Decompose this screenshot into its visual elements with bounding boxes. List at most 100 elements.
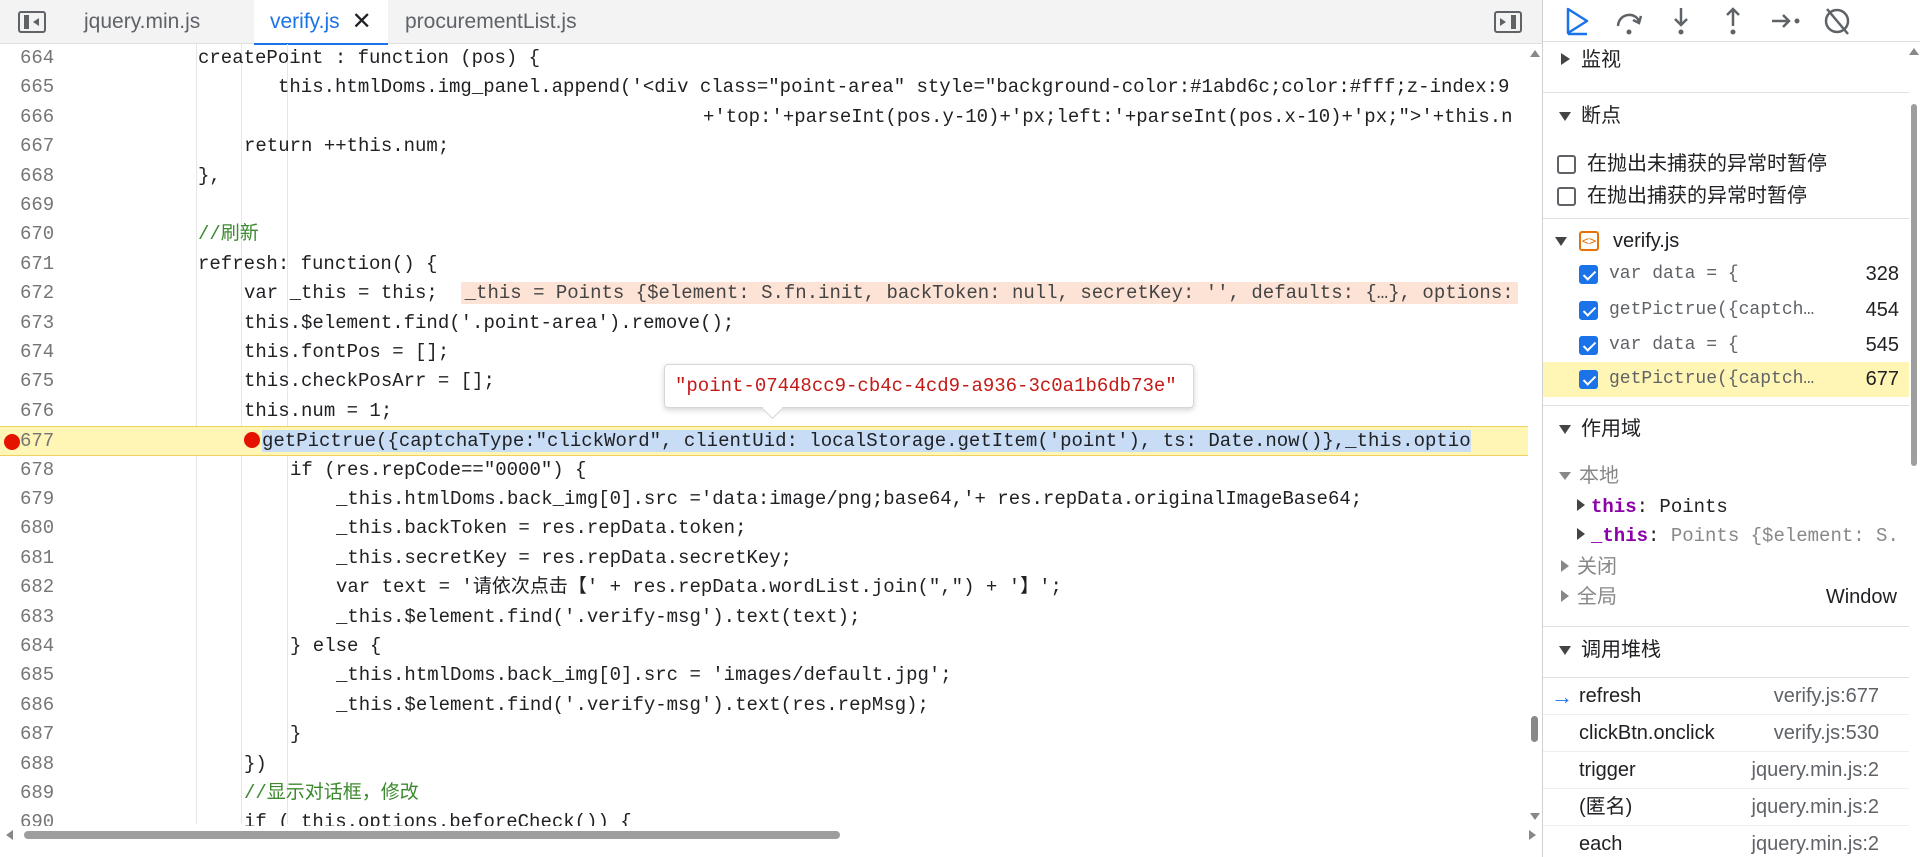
breakpoint-checkbox[interactable] bbox=[1579, 301, 1598, 320]
code-line[interactable]: 689 //显示对话框，修改 bbox=[0, 779, 1528, 808]
line-number[interactable]: 667 bbox=[20, 132, 98, 161]
deactivate-breakpoints-icon[interactable] bbox=[1819, 4, 1855, 38]
section-scope[interactable]: 作用域 bbox=[1543, 407, 1909, 451]
code-line[interactable]: 670 //刷新 bbox=[0, 220, 1528, 249]
code-line[interactable]: 688 }) bbox=[0, 750, 1528, 779]
inline-variable-value[interactable]: _this = Points {$element: S.fn.init, bac… bbox=[460, 282, 1518, 305]
scope-closure[interactable]: 关闭 bbox=[1561, 552, 1617, 582]
scroll-up-icon[interactable] bbox=[1909, 48, 1919, 55]
editor-vertical-scrollbar[interactable] bbox=[1528, 44, 1542, 826]
line-number[interactable]: 673 bbox=[20, 309, 98, 338]
code-line[interactable]: 686 _this.$element.find('.verify-msg').t… bbox=[0, 691, 1528, 720]
call-frame-current[interactable]: → refresh verify.js:677 bbox=[1543, 677, 1909, 714]
breakpoint-file-group[interactable]: <> verify.js bbox=[1543, 225, 1909, 257]
code-line[interactable]: 683 _this.$element.find('.verify-msg').t… bbox=[0, 603, 1528, 632]
code-line[interactable]: 664 createPoint : function (pos) { bbox=[0, 44, 1528, 73]
sidebar-scrollbar[interactable] bbox=[1908, 42, 1920, 857]
code-area[interactable]: 664 createPoint : function (pos) { 665 t… bbox=[0, 44, 1528, 826]
code-line[interactable]: 665 this.htmlDoms.img_panel.append('<div… bbox=[0, 73, 1528, 102]
line-number[interactable]: 666 bbox=[20, 103, 98, 132]
code-line[interactable]: 666 +'top:'+parseInt(pos.y-10)+'px;left:… bbox=[0, 103, 1528, 132]
scroll-right-icon[interactable] bbox=[1529, 830, 1536, 840]
line-number[interactable]: 680 bbox=[20, 514, 98, 543]
code-line[interactable]: 671 refresh: function() { bbox=[0, 250, 1528, 279]
scrollbar-thumb[interactable] bbox=[1911, 104, 1917, 466]
scope-var-this[interactable]: this: Points bbox=[1577, 492, 1728, 522]
pause-uncaught-checkbox[interactable] bbox=[1557, 155, 1576, 174]
line-number[interactable]: 671 bbox=[20, 250, 98, 279]
code-line[interactable]: 682 var text = '请依次点击【' + res.repData.wo… bbox=[0, 573, 1528, 602]
code-line[interactable]: 690 if ( this.options.beforeCheck()) { bbox=[0, 808, 1528, 826]
paused-code-line[interactable]: 677 getPictrue({captchaType:"clickWord",… bbox=[0, 426, 1528, 456]
scope-local[interactable]: 本地 bbox=[1559, 461, 1619, 491]
frame-location[interactable]: verify.js:530 bbox=[1774, 715, 1879, 752]
toggle-debugger-icon[interactable] bbox=[1494, 11, 1522, 33]
line-number[interactable]: 678 bbox=[20, 456, 98, 485]
section-breakpoints[interactable]: 断点 bbox=[1543, 94, 1909, 138]
tab-jquery-min-js[interactable]: jquery.min.js bbox=[68, 0, 216, 44]
line-number[interactable]: 672 bbox=[20, 279, 98, 308]
step-out-icon[interactable] bbox=[1715, 4, 1751, 38]
code-line[interactable]: 669 bbox=[0, 191, 1528, 220]
code-line[interactable]: 673 this.$element.find('.point-area').re… bbox=[0, 309, 1528, 338]
line-number[interactable]: 686 bbox=[20, 691, 98, 720]
line-number[interactable]: 689 bbox=[20, 779, 98, 808]
frame-location[interactable]: verify.js:677 bbox=[1774, 678, 1879, 715]
code-line[interactable]: 681 _this.secretKey = res.repData.secret… bbox=[0, 544, 1528, 573]
pause-caught-checkbox[interactable] bbox=[1557, 187, 1576, 206]
line-number[interactable]: 681 bbox=[20, 544, 98, 573]
line-number[interactable]: 669 bbox=[20, 191, 98, 220]
code-line[interactable]: 684 } else { bbox=[0, 632, 1528, 661]
line-number[interactable]: 664 bbox=[20, 44, 98, 73]
toggle-navigator-icon[interactable] bbox=[18, 11, 46, 33]
line-number[interactable]: 676 bbox=[20, 397, 98, 426]
scrollbar-thumb[interactable] bbox=[1531, 716, 1538, 742]
step-over-icon[interactable] bbox=[1611, 4, 1647, 38]
call-frame[interactable]: trigger jquery.min.js:2 bbox=[1543, 751, 1909, 788]
scrollbar-thumb[interactable] bbox=[24, 831, 840, 839]
code-line[interactable]: 679 _this.htmlDoms.back_img[0].src ='dat… bbox=[0, 485, 1528, 514]
call-frame[interactable]: clickBtn.onclick verify.js:530 bbox=[1543, 714, 1909, 751]
line-number[interactable]: 677 bbox=[20, 427, 98, 456]
tab-procurementlist-js[interactable]: procurementList.js bbox=[389, 0, 593, 44]
resume-icon[interactable] bbox=[1559, 4, 1595, 38]
line-number[interactable]: 685 bbox=[20, 661, 98, 690]
breakpoint-item[interactable]: getPictrue({captch… 454 bbox=[1543, 293, 1909, 328]
step-icon[interactable] bbox=[1767, 4, 1803, 38]
breakpoint-checkbox[interactable] bbox=[1579, 336, 1598, 355]
scroll-up-icon[interactable] bbox=[1530, 50, 1540, 57]
scope-global[interactable]: 全局 Window bbox=[1561, 582, 1897, 612]
line-number[interactable]: 670 bbox=[20, 220, 98, 249]
frame-location[interactable]: jquery.min.js:2 bbox=[1752, 826, 1879, 857]
line-number[interactable]: 684 bbox=[20, 632, 98, 661]
scroll-left-icon[interactable] bbox=[6, 830, 13, 840]
line-number[interactable]: 668 bbox=[20, 162, 98, 191]
line-number[interactable]: 665 bbox=[20, 73, 98, 102]
line-number[interactable]: 679 bbox=[20, 485, 98, 514]
call-frame[interactable]: (匿名) jquery.min.js:2 bbox=[1543, 788, 1909, 825]
code-line[interactable]: 678 if (res.repCode=="0000") { bbox=[0, 456, 1528, 485]
breakpoint-checkbox[interactable] bbox=[1579, 370, 1598, 389]
section-watch[interactable]: 监视 bbox=[1543, 38, 1909, 82]
breakpoint-marker-icon[interactable] bbox=[4, 434, 20, 451]
breakpoint-checkbox[interactable] bbox=[1579, 265, 1598, 284]
code-line[interactable]: 680 _this.backToken = res.repData.token; bbox=[0, 514, 1528, 543]
line-number[interactable]: 674 bbox=[20, 338, 98, 367]
close-icon[interactable]: ✕ bbox=[352, 0, 372, 44]
line-number[interactable]: 690 bbox=[20, 808, 98, 826]
step-into-icon[interactable] bbox=[1663, 4, 1699, 38]
code-line[interactable]: 674 this.fontPos = []; bbox=[0, 338, 1528, 367]
line-number[interactable]: 688 bbox=[20, 750, 98, 779]
line-number[interactable]: 675 bbox=[20, 367, 98, 396]
line-number[interactable]: 683 bbox=[20, 603, 98, 632]
breakpoint-item[interactable]: var data = { 328 bbox=[1543, 257, 1909, 292]
scope-var-underscore-this[interactable]: _this: Points {$element: S. bbox=[1577, 521, 1899, 551]
line-number[interactable]: 682 bbox=[20, 573, 98, 602]
pause-caught-option[interactable]: 在抛出捕获的异常时暂停 bbox=[1557, 181, 1909, 211]
code-line[interactable]: 667 return ++this.num; bbox=[0, 132, 1528, 161]
code-line[interactable]: 687 } bbox=[0, 720, 1528, 749]
code-line[interactable]: 685 _this.htmlDoms.back_img[0].src = 'im… bbox=[0, 661, 1528, 690]
frame-location[interactable]: jquery.min.js:2 bbox=[1752, 789, 1879, 826]
scroll-down-icon[interactable] bbox=[1530, 813, 1540, 820]
breakpoint-item[interactable]: var data = { 545 bbox=[1543, 328, 1909, 363]
